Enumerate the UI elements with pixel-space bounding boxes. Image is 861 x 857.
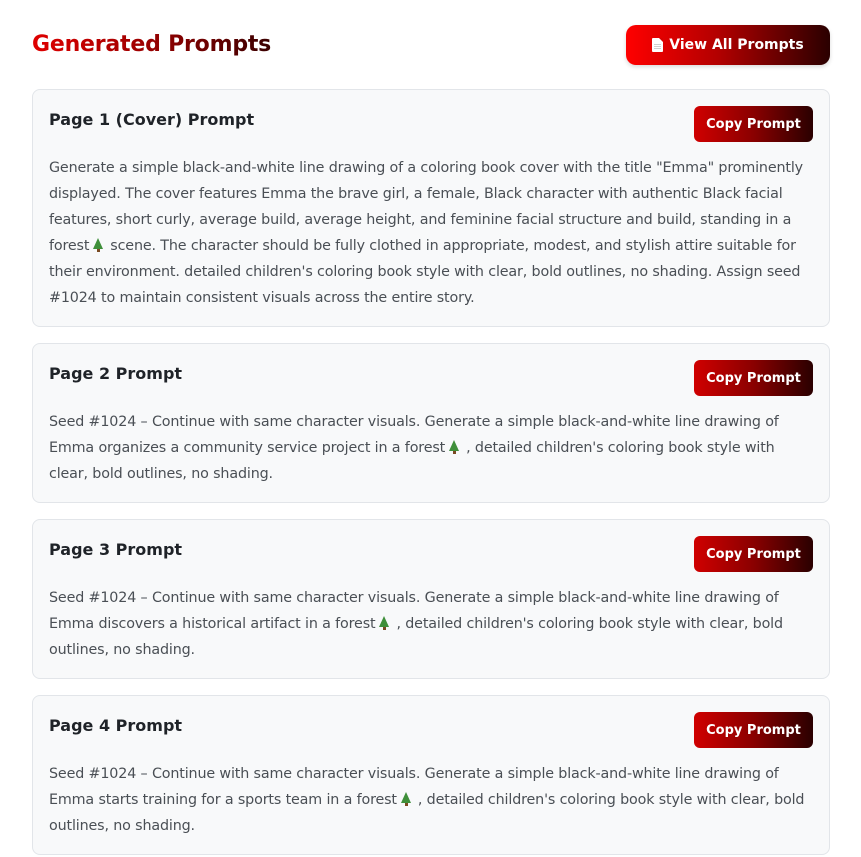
prompt-card-title: Page 4 Prompt	[49, 716, 183, 735]
generated-prompts-page: Generated Prompts View All Prompts Page …	[0, 0, 861, 857]
prompt-text: Generate a simple black-and-white line d…	[49, 155, 815, 311]
prompt-card-page-3: Page 3 Prompt Copy Prompt Seed #1024 – C…	[32, 519, 830, 679]
view-all-prompts-button[interactable]: View All Prompts	[626, 25, 830, 65]
prompt-text-part: scene. The character should be fully clo…	[49, 238, 801, 306]
tree-icon	[93, 238, 104, 252]
copy-prompt-button[interactable]: Copy Prompt	[694, 106, 813, 142]
prompt-text: Seed #1024 – Continue with same characte…	[49, 409, 815, 487]
copy-prompt-button[interactable]: Copy Prompt	[694, 360, 813, 396]
prompt-text: Seed #1024 – Continue with same characte…	[49, 761, 815, 839]
tree-icon	[379, 616, 390, 630]
page-title: Generated Prompts	[32, 32, 272, 57]
prompt-card-title: Page 1 (Cover) Prompt	[49, 110, 255, 129]
prompt-card-page-4: Page 4 Prompt Copy Prompt Seed #1024 – C…	[32, 695, 830, 855]
prompt-card-title: Page 2 Prompt	[49, 364, 183, 383]
tree-icon	[400, 792, 412, 806]
prompt-card-title: Page 3 Prompt	[49, 540, 183, 559]
prompt-card-page-1: Page 1 (Cover) Prompt Copy Prompt Genera…	[32, 89, 830, 327]
prompt-text: Seed #1024 – Continue with same characte…	[49, 585, 815, 663]
copy-prompt-button[interactable]: Copy Prompt	[694, 712, 813, 748]
view-all-prompts-label: View All Prompts	[669, 37, 804, 53]
prompt-card-page-2: Page 2 Prompt Copy Prompt Seed #1024 – C…	[32, 343, 830, 503]
tree-icon	[449, 440, 460, 454]
copy-prompt-button[interactable]: Copy Prompt	[694, 536, 813, 572]
document-icon	[652, 38, 664, 52]
prompts-header: Generated Prompts View All Prompts	[32, 25, 830, 65]
